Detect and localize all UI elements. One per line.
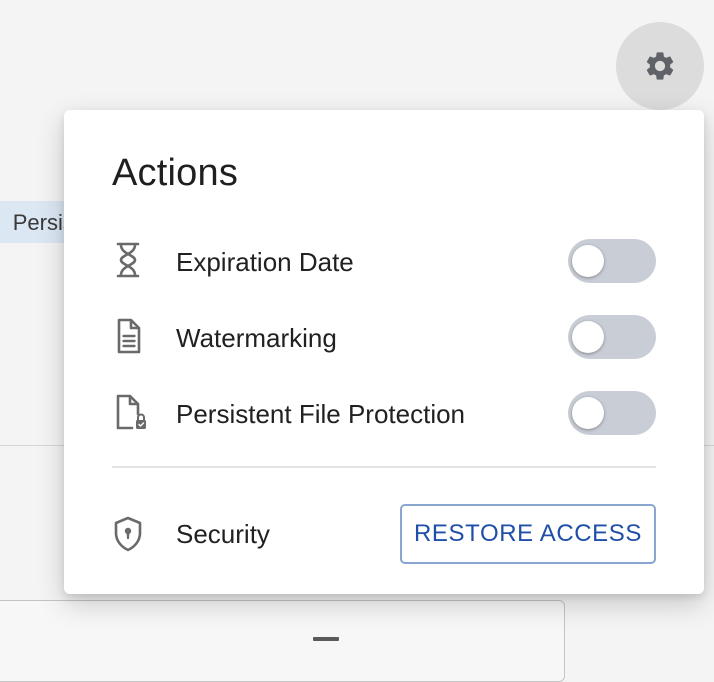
- toggle-knob: [572, 397, 604, 429]
- action-label-persistent-file-protection: Persistent File Protection: [176, 399, 466, 429]
- expiration-date-toggle[interactable]: [568, 239, 656, 283]
- action-label-expiration-date: Expiration Date: [176, 247, 354, 277]
- restore-access-button[interactable]: RESTORE ACCESS: [400, 504, 656, 564]
- security-label: Security: [176, 519, 270, 549]
- action-row-watermarking[interactable]: Watermarking: [112, 312, 656, 360]
- shield-icon: [112, 504, 152, 564]
- action-row-expiration-date[interactable]: Expiration Date: [112, 236, 656, 284]
- security-row: Security RESTORE ACCESS: [112, 504, 656, 564]
- action-row-persistent-file-protection[interactable]: Persistent File Protection: [112, 388, 656, 436]
- locked-file-icon: [112, 388, 152, 436]
- panel-title: Actions: [112, 152, 239, 194]
- actions-panel: Actions Expiration Date Watermarking Per…: [64, 110, 704, 594]
- background-card: [0, 600, 565, 682]
- background-card-mark: [313, 637, 339, 641]
- toggle-knob: [572, 321, 604, 353]
- gear-icon: [643, 49, 677, 83]
- action-label-watermarking: Watermarking: [176, 323, 337, 353]
- watermarking-toggle[interactable]: [568, 315, 656, 359]
- persistent-file-protection-toggle[interactable]: [568, 391, 656, 435]
- settings-button[interactable]: [616, 22, 704, 110]
- hourglass-icon: [112, 236, 152, 284]
- panel-divider: [112, 466, 656, 468]
- toggle-knob: [572, 245, 604, 277]
- document-icon: [112, 312, 152, 360]
